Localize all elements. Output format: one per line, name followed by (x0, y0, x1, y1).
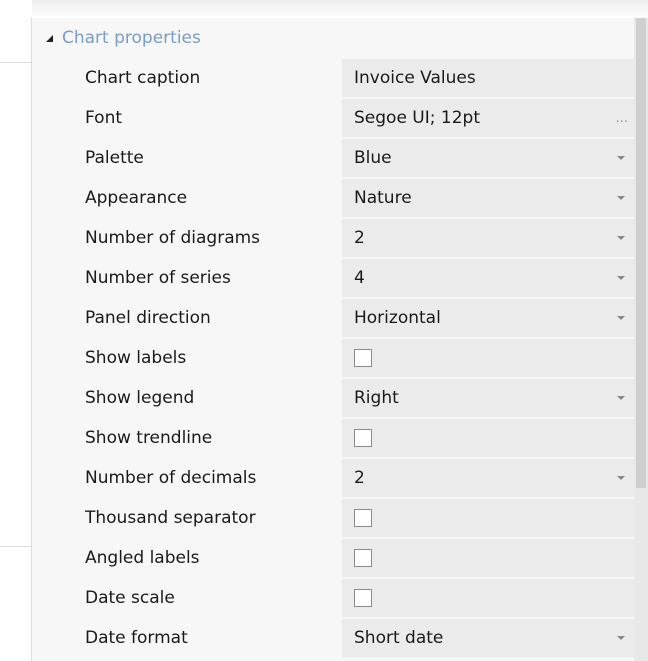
property-name: Chart caption (85, 68, 201, 88)
top-shadow (32, 0, 648, 18)
property-row-show-legend[interactable]: Show legend Right (32, 378, 634, 418)
dropdown-arrow-icon[interactable] (617, 476, 625, 480)
property-value[interactable]: Horizontal (354, 299, 441, 337)
property-name: Number of diagrams (85, 228, 261, 248)
property-value[interactable]: Segoe UI; 12pt (354, 99, 480, 137)
property-row-chart-caption[interactable]: Chart caption Invoice Values (32, 58, 634, 98)
property-value-cell[interactable]: 4 (342, 259, 634, 297)
property-row-angled-labels[interactable]: Angled labels (32, 538, 634, 578)
property-row-thousand-separator[interactable]: Thousand separator (32, 498, 634, 538)
property-value[interactable]: Blue (354, 139, 392, 177)
property-value[interactable]: 2 (354, 459, 365, 497)
checkbox[interactable] (354, 349, 372, 367)
checkbox[interactable] (354, 549, 372, 567)
property-name: Show trendline (85, 428, 213, 448)
ellipsis-button[interactable]: ... (616, 99, 628, 137)
property-row-date-scale[interactable]: Date scale (32, 578, 634, 618)
property-value-cell[interactable]: Invoice Values (342, 59, 634, 97)
property-value-cell[interactable]: Segoe UI; 12pt... (342, 99, 634, 137)
property-value[interactable]: Nature (354, 179, 412, 217)
dropdown-arrow-icon[interactable] (617, 156, 625, 160)
checkbox[interactable] (354, 589, 372, 607)
property-name: Date format (85, 628, 188, 648)
property-value-cell[interactable] (342, 419, 634, 457)
left-divider-tick (0, 62, 32, 63)
property-name: Number of series (85, 268, 231, 288)
property-value-cell[interactable]: Short date (342, 619, 634, 657)
dropdown-arrow-icon[interactable] (617, 196, 625, 200)
property-name: Font (85, 108, 123, 128)
property-row-font[interactable]: Font Segoe UI; 12pt... (32, 98, 634, 138)
property-value-cell[interactable] (342, 499, 634, 537)
property-value-cell[interactable]: Horizontal (342, 299, 634, 337)
checkbox[interactable] (354, 509, 372, 527)
property-row-number-of-diagrams[interactable]: Number of diagrams 2 (32, 218, 634, 258)
property-name: Show labels (85, 348, 187, 368)
checkbox[interactable] (354, 429, 372, 447)
dropdown-arrow-icon[interactable] (617, 236, 625, 240)
property-row-palette[interactable]: Palette Blue (32, 138, 634, 178)
category-chart-properties[interactable]: Chart properties (32, 18, 634, 58)
property-value-cell[interactable]: Nature (342, 179, 634, 217)
property-value-cell[interactable] (342, 579, 634, 617)
property-value-cell[interactable]: 2 (342, 219, 634, 257)
property-name: Number of decimals (85, 468, 257, 488)
property-value-cell[interactable]: 2 (342, 459, 634, 497)
property-row-number-of-series[interactable]: Number of series 4 (32, 258, 634, 298)
property-name: Palette (85, 148, 144, 168)
property-value[interactable]: 2 (354, 219, 365, 257)
vertical-scrollbar[interactable] (634, 18, 648, 661)
property-row-date-format[interactable]: Date format Short date (32, 618, 634, 658)
property-name: Date scale (85, 588, 175, 608)
property-row-number-of-decimals[interactable]: Number of decimals 2 (32, 458, 634, 498)
property-row-show-labels[interactable]: Show labels (32, 338, 634, 378)
property-row-panel-direction[interactable]: Panel direction Horizontal (32, 298, 634, 338)
property-value[interactable]: Invoice Values (354, 59, 476, 97)
property-row-show-trendline[interactable]: Show trendline (32, 418, 634, 458)
property-value-cell[interactable]: Blue (342, 139, 634, 177)
property-value[interactable]: 4 (354, 259, 365, 297)
dropdown-arrow-icon[interactable] (617, 316, 625, 320)
dropdown-arrow-icon[interactable] (617, 276, 625, 280)
property-name: Angled labels (85, 548, 200, 568)
property-row-appearance[interactable]: Appearance Nature (32, 178, 634, 218)
property-name: Show legend (85, 388, 195, 408)
dropdown-arrow-icon[interactable] (617, 396, 625, 400)
scrollbar-thumb[interactable] (636, 18, 646, 488)
property-grid-window: Chart properties Chart caption Invoice Va… (0, 0, 648, 661)
left-divider-tick (0, 546, 32, 547)
property-name: Thousand separator (85, 508, 256, 528)
property-grid: Chart properties Chart caption Invoice Va… (32, 18, 634, 661)
property-value[interactable]: Right (354, 379, 399, 417)
property-value[interactable]: Short date (354, 619, 443, 657)
property-value-cell[interactable] (342, 339, 634, 377)
property-name: Appearance (85, 188, 188, 208)
property-value-cell[interactable]: Right (342, 379, 634, 417)
category-label: Chart properties (62, 28, 201, 48)
property-name: Panel direction (85, 308, 211, 328)
collapse-triangle-icon[interactable] (46, 34, 53, 42)
dropdown-arrow-icon[interactable] (617, 636, 625, 640)
property-value-cell[interactable] (342, 539, 634, 577)
